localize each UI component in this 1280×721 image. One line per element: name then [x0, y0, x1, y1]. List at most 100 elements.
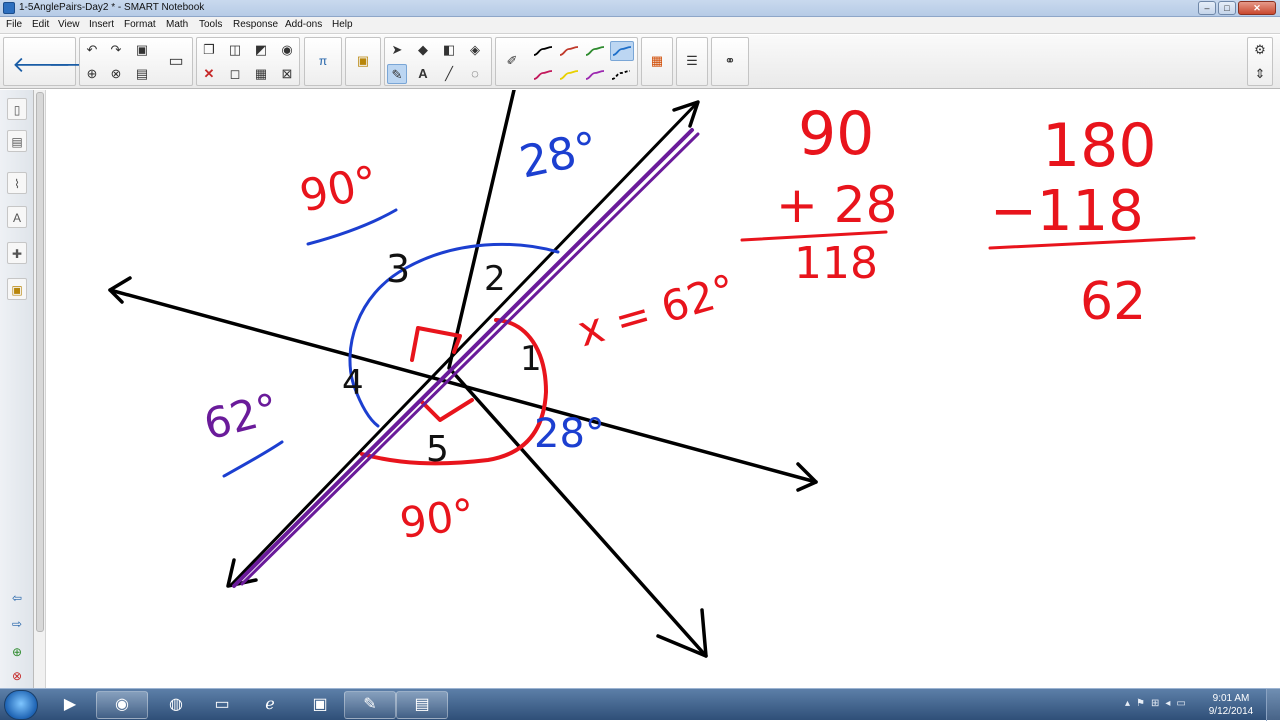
shapes-icon[interactable]: ◆	[413, 40, 433, 60]
right-angle-mark-bottom	[420, 398, 474, 422]
angle-label-2: 2	[484, 259, 506, 299]
sidebar-left-arrow-icon[interactable]: ⇦	[7, 586, 27, 608]
window-title: 1-5AnglePairs-Day2 * - SMART Notebook	[19, 2, 205, 13]
save-icon[interactable]: ▤	[132, 64, 152, 84]
undo-icon[interactable]: ↶	[82, 40, 102, 60]
line-style-icon[interactable]: ☰	[682, 51, 702, 71]
close-button[interactable]: ✕	[1238, 1, 1276, 15]
show-desktop-button[interactable]	[1266, 689, 1280, 721]
display-screen-icon[interactable]: ▭	[166, 52, 186, 72]
purple-pen-swatch[interactable]	[584, 66, 606, 84]
annotation-28-right: 28°	[534, 411, 605, 457]
move-toolbar-icon[interactable]: ⇕	[1250, 64, 1270, 84]
system-tray-icons[interactable]: ▴⚑⊞◂▭	[1125, 698, 1192, 709]
firefox-icon[interactable]: ◍	[150, 691, 202, 719]
delete-page-side-icon[interactable]: ⊗	[7, 664, 27, 686]
sum-addend: + 28	[776, 176, 898, 234]
document-camera-icon[interactable]: ◩	[251, 40, 271, 60]
red-pen-swatch[interactable]	[558, 42, 580, 60]
green-pen-swatch[interactable]	[584, 42, 606, 60]
menu-format[interactable]: Format	[124, 19, 156, 30]
recorder-task-icon[interactable]: ▤	[396, 691, 448, 719]
pens-icon[interactable]: ✎	[387, 64, 407, 84]
side-bar: ▯ ▤ ⌇ A ✚ ▣ ⇦ ⇨ ⊕ ⊗	[0, 90, 34, 688]
sum-result: 118	[794, 238, 878, 289]
gallery-icon[interactable]: ◉	[277, 40, 297, 60]
gear-icon[interactable]: ⚙	[1250, 40, 1270, 60]
dashed-pen-swatch[interactable]	[610, 66, 632, 84]
chrome-icon[interactable]: ◉	[96, 691, 148, 719]
copy-icon[interactable]: ❐	[199, 40, 219, 60]
table-icon[interactable]: ▦	[251, 64, 271, 84]
media-center-icon[interactable]: ▶	[44, 691, 96, 719]
clock-time: 9:01 AM	[1212, 693, 1250, 704]
magic-pen-icon[interactable]: ◌	[465, 64, 485, 84]
delete-page-icon[interactable]: ⊗	[106, 64, 126, 84]
math-group: π	[304, 37, 342, 86]
color-group: ▦	[641, 37, 673, 86]
internet-explorer-icon[interactable]: ℯ	[244, 691, 296, 719]
menu-bar: File Edit View Insert Format Math Tools …	[0, 17, 1280, 34]
add-ons-tab-icon[interactable]: ✚	[7, 242, 27, 264]
document-camera-task-icon[interactable]: ▣	[294, 691, 346, 719]
black-pen-swatch[interactable]	[532, 42, 554, 60]
start-button[interactable]	[4, 690, 38, 720]
line-style-group: ☰	[676, 37, 708, 86]
menu-tools[interactable]: Tools	[199, 19, 222, 30]
response-icon[interactable]: ▣	[353, 51, 373, 71]
whiteboard-canvas[interactable]: 3 2 1 4 5 90° 28° x = 62° 62° 28° 90° 90…	[46, 90, 1280, 688]
toolbar: 🡐 🡒 ↶ ↷ ▣ ⊕ ⊗ ▤ ▭ ❐ ◫ ◩ ◉ ✕ ◻ ▦ ⊠ π ▣ ➤ …	[0, 35, 1280, 89]
angle-label-3: 3	[386, 247, 411, 291]
sidebar-scrollbar-thumb[interactable]	[36, 92, 44, 632]
angle-label-1: 1	[520, 339, 542, 379]
properties-group: ⚭	[711, 37, 749, 86]
blue-pen-swatch[interactable]	[610, 41, 634, 61]
magenta-pen-swatch[interactable]	[532, 66, 554, 84]
attachments-tab-icon[interactable]: ⌇	[7, 172, 27, 194]
smart-notebook-task-icon[interactable]: ✎	[344, 691, 396, 719]
menu-math[interactable]: Math	[166, 19, 188, 30]
response-tab-icon[interactable]: ▣	[7, 278, 27, 300]
response-group: ▣	[345, 37, 381, 86]
minimize-button[interactable]: –	[1198, 1, 1216, 15]
gallery-tab-icon[interactable]: ▤	[7, 130, 27, 152]
file-group: ↶ ↷ ▣ ⊕ ⊗ ▤ ▭	[79, 37, 193, 86]
clock[interactable]: 9:01 AM 9/12/2014	[1200, 692, 1262, 718]
smart-notebook-app-icon	[3, 2, 15, 14]
redo-icon[interactable]: ↷	[106, 40, 126, 60]
menu-edit[interactable]: Edit	[32, 19, 49, 30]
maximize-button[interactable]: □	[1218, 1, 1236, 15]
screen-capture-icon[interactable]: ◫	[225, 40, 245, 60]
screen-shade-icon[interactable]: ◻	[225, 64, 245, 84]
properties-icon[interactable]: ⚭	[720, 51, 740, 71]
menu-view[interactable]: View	[58, 19, 80, 30]
yellow-pen-swatch[interactable]	[558, 66, 580, 84]
text-icon[interactable]: A	[413, 64, 433, 84]
navigation-group: 🡐 🡒	[3, 37, 107, 86]
open-folder-icon[interactable]: ▣	[132, 40, 152, 60]
fill-icon[interactable]: ◈	[465, 40, 485, 60]
sidebar-right-arrow-icon[interactable]: ⇨	[7, 612, 27, 634]
menu-file[interactable]: File	[6, 19, 22, 30]
properties-tab-icon[interactable]: A	[7, 206, 27, 228]
diff-top-number: 180	[1042, 111, 1157, 181]
page-sorter-tab-icon[interactable]: ▯	[7, 98, 27, 120]
select-arrow-icon[interactable]: ➤	[387, 40, 407, 60]
line-icon[interactable]: ╱	[439, 64, 459, 84]
sidebar-scrollbar[interactable]	[34, 90, 46, 688]
blue-underline-left	[222, 440, 284, 478]
full-screen-icon[interactable]: ⊠	[277, 64, 297, 84]
menu-response[interactable]: Response	[233, 19, 278, 30]
delete-icon[interactable]: ✕	[199, 64, 219, 84]
color-palette-icon[interactable]: ▦	[647, 51, 667, 71]
menu-add-ons[interactable]: Add-ons	[285, 19, 322, 30]
diff-subtrahend: −118	[990, 179, 1144, 244]
file-explorer-icon[interactable]: ▭	[196, 691, 248, 719]
math-tools-icon[interactable]: π	[313, 51, 333, 71]
menu-help[interactable]: Help	[332, 19, 353, 30]
add-page-icon[interactable]: ⊕	[82, 64, 102, 84]
menu-insert[interactable]: Insert	[89, 19, 114, 30]
eraser-icon[interactable]: ◧	[439, 40, 459, 60]
pen-properties-icon[interactable]: ✐	[502, 51, 522, 71]
add-page-side-icon[interactable]: ⊕	[7, 640, 27, 662]
